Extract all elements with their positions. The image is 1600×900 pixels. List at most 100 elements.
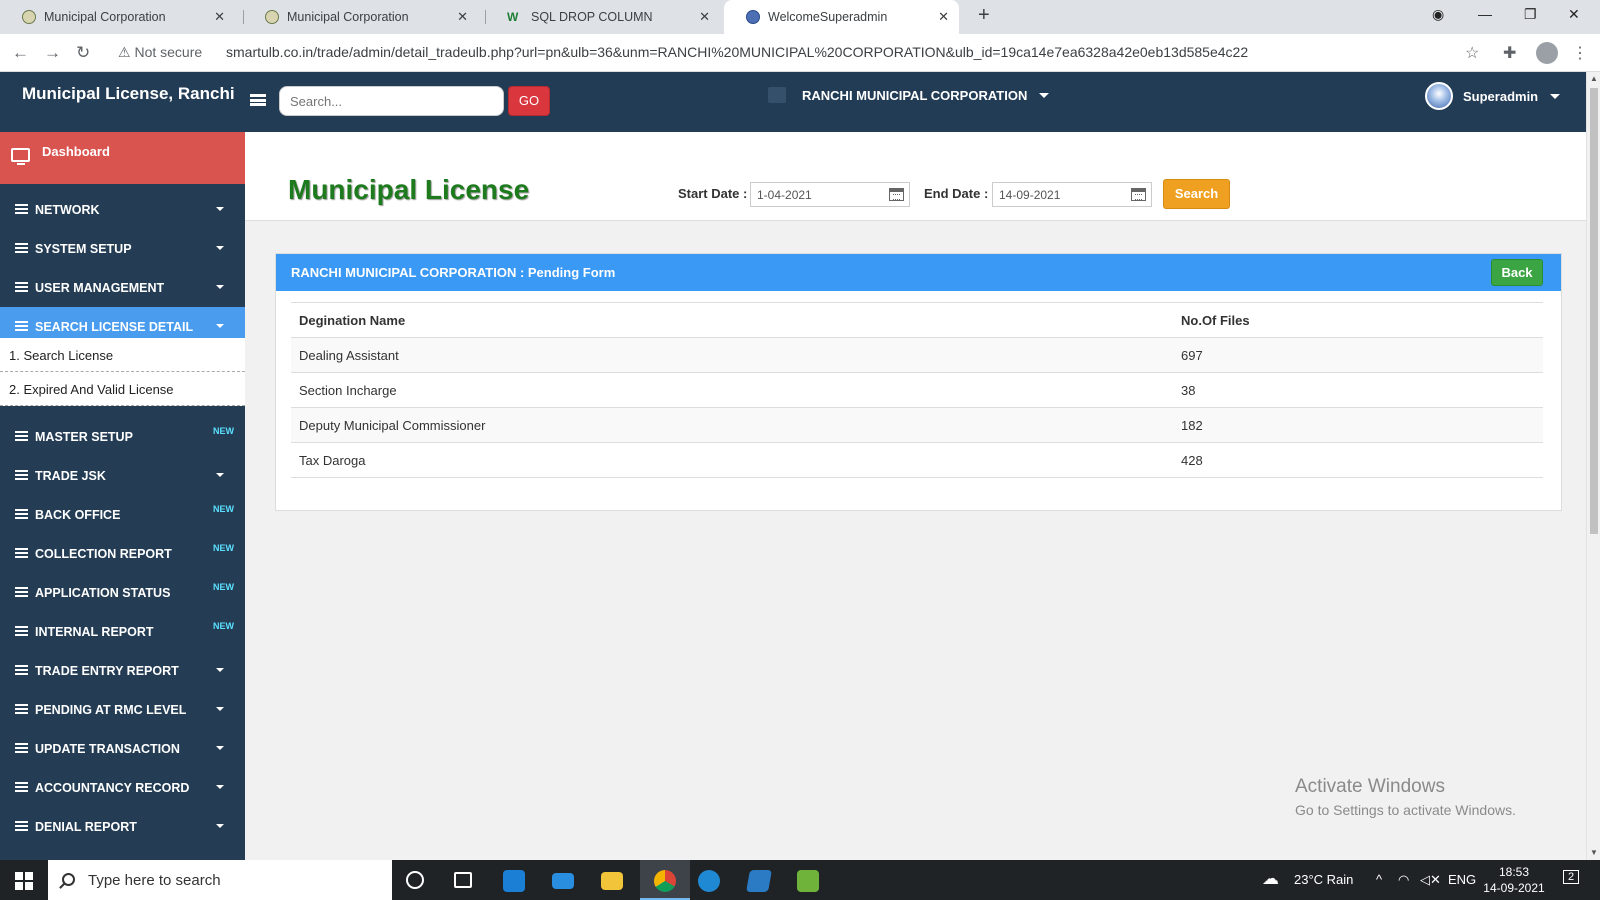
language-indicator[interactable]: ENG: [1448, 872, 1476, 887]
tab-search-icon[interactable]: ◉: [1432, 6, 1444, 23]
profile-icon[interactable]: [1536, 42, 1558, 64]
sidebar-item-network[interactable]: NETWORK: [0, 190, 245, 230]
caret-down-icon: [216, 207, 224, 211]
file-explorer-icon[interactable]: [601, 872, 623, 890]
store-icon[interactable]: [503, 870, 525, 892]
sidebar-subitem[interactable]: 2. Expired And Valid License: [0, 372, 245, 406]
extensions-icon[interactable]: ✚: [1503, 43, 1516, 63]
cortana-icon[interactable]: [406, 871, 424, 889]
sidebar-item-application-status[interactable]: APPLICATION STATUS NEW: [0, 573, 245, 613]
bookmark-star-icon[interactable]: ☆: [1465, 43, 1479, 63]
user-menu[interactable]: Superadmin: [1425, 82, 1561, 110]
caret-down-icon: [216, 324, 224, 328]
brand-title[interactable]: Municipal License, Ranchi: [22, 84, 235, 104]
task-view-icon[interactable]: [454, 872, 472, 888]
browser-tab[interactable]: Municipal Corporation ✕: [0, 0, 235, 34]
search-button[interactable]: Search: [1163, 179, 1230, 209]
scrollbar-thumb[interactable]: [1590, 88, 1598, 534]
sidebar-item-accountancy-record[interactable]: ACCOUNTANCY RECORD: [0, 768, 245, 808]
corporation-selector[interactable]: RANCHI MUNICIPAL CORPORATION: [768, 87, 1050, 103]
sidebar-item-label: BACK OFFICE: [35, 508, 121, 522]
security-indicator[interactable]: ⚠ Not secure: [118, 44, 202, 61]
reload-icon[interactable]: ↻: [76, 43, 90, 63]
clock-date: 14-09-2021: [1483, 881, 1545, 895]
chrome-icon[interactable]: [654, 870, 676, 892]
calendar-icon[interactable]: [1131, 188, 1146, 201]
list-icon: [15, 509, 28, 519]
scroll-down-icon[interactable]: ▼: [1590, 848, 1598, 857]
tab-title: Municipal Corporation: [287, 10, 409, 24]
browser-tab-strip: Municipal Corporation ✕ Municipal Corpor…: [0, 0, 1600, 34]
notification-icon[interactable]: 2: [1563, 870, 1580, 884]
start-date-field[interactable]: 1-04-2021: [750, 182, 910, 207]
activate-windows-watermark: Activate Windows Go to Settings to activ…: [1295, 776, 1516, 818]
mail-icon[interactable]: [552, 873, 574, 889]
chevron-up-icon[interactable]: ^: [1376, 872, 1382, 887]
sidebar-item-label: APPLICATION STATUS: [35, 586, 171, 600]
new-tab-icon[interactable]: +: [978, 4, 990, 27]
wifi-icon[interactable]: ◠: [1398, 872, 1409, 888]
weather-text[interactable]: 23°C Rain: [1294, 872, 1353, 887]
browser-tab[interactable]: Municipal Corporation ✕: [243, 0, 478, 34]
sidebar-item-internal-report[interactable]: INTERNAL REPORT NEW: [0, 612, 245, 652]
url-field[interactable]: smartulb.co.in/trade/admin/detail_tradeu…: [226, 44, 1248, 60]
taskbar-search[interactable]: Type here to search: [48, 860, 392, 900]
list-icon: [15, 626, 28, 636]
close-icon[interactable]: ✕: [938, 9, 949, 25]
restore-icon[interactable]: ❐: [1524, 6, 1537, 23]
sidebar-item-pending-at-rmc-level[interactable]: PENDING AT RMC LEVEL: [0, 690, 245, 730]
vertical-scrollbar[interactable]: ▲ ▼: [1586, 72, 1600, 860]
browser-tab[interactable]: W SQL DROP COLUMN ✕: [485, 0, 720, 34]
seal-icon: [265, 10, 279, 24]
vscode-icon[interactable]: [746, 870, 772, 892]
sidebar-item-label: COLLECTION REPORT: [35, 547, 172, 561]
sidebar-item-label: INTERNAL REPORT: [35, 625, 154, 639]
sidebar-item-system-setup[interactable]: SYSTEM SETUP: [0, 229, 245, 269]
table-row[interactable]: Dealing Assistant 697: [291, 337, 1543, 373]
panel-header: RANCHI MUNICIPAL CORPORATION : Pending F…: [276, 254, 1561, 291]
sidebar-item-user-management[interactable]: USER MANAGEMENT: [0, 268, 245, 308]
search-input[interactable]: [279, 86, 504, 116]
hamburger-menu-icon[interactable]: [250, 94, 266, 106]
avatar: [1425, 82, 1453, 110]
table-row[interactable]: Deputy Municipal Commissioner 182: [291, 407, 1543, 443]
close-icon[interactable]: ✕: [457, 9, 468, 25]
end-date-field[interactable]: 14-09-2021: [992, 182, 1152, 207]
tab-title: WelcomeSuperadmin: [768, 10, 888, 24]
forward-arrow-icon[interactable]: →: [44, 43, 61, 63]
sidebar-subitem[interactable]: 1. Search License: [0, 338, 245, 372]
menu-dots-icon[interactable]: ⋮: [1572, 43, 1588, 63]
close-icon[interactable]: ✕: [699, 9, 710, 25]
sidebar-item-master-setup[interactable]: MASTER SETUP NEW: [0, 417, 245, 457]
windows-start-icon[interactable]: [15, 872, 33, 890]
sidebar-item-collection-report[interactable]: COLLECTION REPORT NEW: [0, 534, 245, 574]
clock-time: 18:53: [1498, 865, 1530, 879]
table-row[interactable]: Section Incharge 38: [291, 372, 1543, 408]
sidebar-item-label: TRADE ENTRY REPORT: [35, 664, 179, 678]
go-button[interactable]: GO: [508, 86, 550, 116]
windows-taskbar: Type here to search ☁ 23°C Rain ^ ◠ ◁✕ E…: [0, 860, 1600, 900]
sidebar-item-back-office[interactable]: BACK OFFICE NEW: [0, 495, 245, 535]
sidebar-item-dashboard[interactable]: Dashboard: [0, 132, 245, 184]
back-arrow-icon[interactable]: ←: [12, 43, 29, 63]
browser-tab-active[interactable]: WelcomeSuperadmin ✕: [724, 0, 959, 34]
caret-down-icon: [216, 824, 224, 828]
list-icon: [15, 821, 28, 831]
speaker-muted-icon[interactable]: ◁✕: [1420, 872, 1441, 888]
back-button[interactable]: Back: [1491, 259, 1543, 286]
caret-down-icon: [216, 285, 224, 289]
close-window-icon[interactable]: ✕: [1568, 6, 1580, 23]
list-icon: [15, 665, 28, 675]
calendar-icon[interactable]: [889, 188, 904, 201]
sidebar-item-trade-entry-report[interactable]: TRADE ENTRY REPORT: [0, 651, 245, 691]
edge-icon[interactable]: [698, 870, 720, 892]
scroll-up-icon[interactable]: ▲: [1590, 74, 1598, 83]
sidebar-item-update-transaction[interactable]: UPDATE TRANSACTION: [0, 729, 245, 769]
notepad-plus-icon[interactable]: [797, 870, 819, 892]
close-icon[interactable]: ✕: [214, 9, 225, 25]
clock[interactable]: 18:53 14-09-2021: [1482, 864, 1546, 896]
minimize-icon[interactable]: —: [1478, 6, 1492, 22]
sidebar-item-denial-report[interactable]: DENIAL REPORT: [0, 807, 245, 847]
sidebar-item-trade-jsk[interactable]: TRADE JSK: [0, 456, 245, 496]
table-row[interactable]: Tax Daroga 428: [291, 442, 1543, 478]
